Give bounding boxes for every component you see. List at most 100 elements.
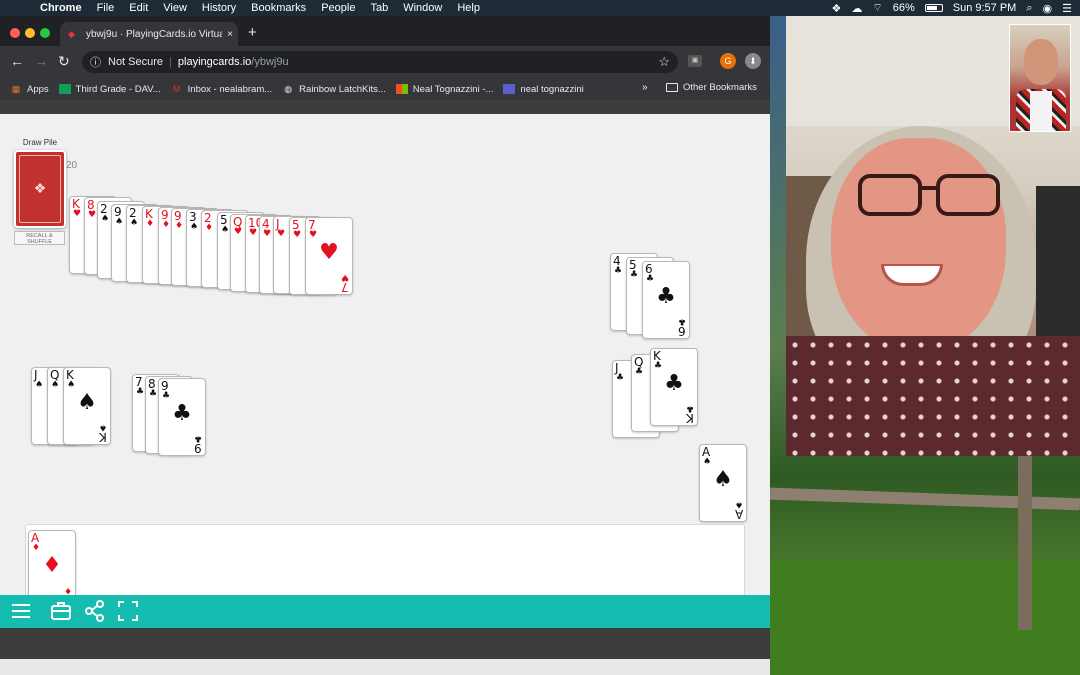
menu-edit[interactable]: Edit: [129, 2, 148, 14]
spotlight-search-icon[interactable]: ⌕: [1026, 2, 1032, 15]
card-rank-bottom: 9: [194, 441, 202, 455]
clock[interactable]: Sun 9:57 PM: [953, 2, 1017, 14]
fullscreen-icon[interactable]: [117, 600, 139, 622]
card-suit-icon: ♠: [115, 217, 124, 227]
facetime-self-view[interactable]: [1009, 24, 1071, 132]
calendar-icon: [503, 84, 516, 94]
profile-avatar[interactable]: G: [720, 53, 736, 69]
extension-download-icon[interactable]: ⬇: [745, 53, 761, 69]
game-toolbar: [0, 595, 770, 628]
card-suit-icon: ♣: [614, 266, 623, 276]
close-window-button[interactable]: [10, 28, 20, 38]
bookmarks-overflow-icon[interactable]: »: [642, 82, 648, 93]
menu-view[interactable]: View: [163, 2, 187, 14]
browser-toolbar: ← → ↻ ⓘ Not Secure | playingcards.io/ybw…: [0, 46, 770, 78]
forward-arrow-icon[interactable]: →: [34, 53, 48, 69]
playing-card[interactable]: 7 ♥ ♥ 7 ♥: [305, 217, 353, 295]
card-back-emblem-icon: ❖: [33, 180, 47, 196]
card-suit-icon: ♠: [35, 380, 44, 390]
bookmarks-bar: ▦ Apps Third Grade - DAV... M Inbox - neal…: [0, 78, 770, 100]
playing-card[interactable]: K ♣ ♣ K ♣: [650, 348, 698, 426]
bookmark-neal-ms[interactable]: Neal Tognazzini -...: [395, 84, 493, 95]
card-suit-icon: ♥: [234, 227, 243, 237]
page-footer: [0, 628, 770, 659]
card-suit-icon: ♣: [149, 389, 158, 399]
bookmark-neal[interactable]: neal tognazzini: [503, 83, 584, 95]
card-suit-icon: ♣: [616, 373, 625, 383]
playing-card[interactable]: A ♠ ♠ A ♠: [699, 444, 747, 522]
info-icon[interactable]: ⓘ: [90, 54, 104, 70]
bookmark-label: Rainbow LatchKits...: [299, 83, 386, 95]
bookmark-third-grade[interactable]: Third Grade - DAV...: [58, 84, 161, 95]
minimize-window-button[interactable]: [25, 28, 35, 38]
notification-center-icon[interactable]: ☰: [1062, 2, 1072, 15]
card-center-suit-icon: ♠: [77, 390, 97, 415]
tab-strip: ◆ ybwj9u · PlayingCards.io Virtual × +: [0, 16, 770, 46]
card-suit-icon: ♠: [101, 214, 110, 224]
apps-grid-icon: ▦: [11, 84, 21, 94]
bookmark-label: neal tognazzini: [520, 83, 584, 95]
wifi-icon[interactable]: ⌔: [872, 1, 882, 15]
card-suit-icon: ♥: [88, 210, 97, 220]
diamond-favicon-icon: ◆: [68, 28, 75, 39]
reload-icon[interactable]: ↻: [58, 53, 70, 70]
playing-card[interactable]: 9 ♣ ♣ 9 ♣: [158, 378, 206, 456]
bookmark-inbox[interactable]: M Inbox - nealabram...: [171, 84, 272, 95]
card-suit-bottom-icon: ♦: [63, 585, 72, 595]
playing-card[interactable]: 6 ♣ ♣ 6 ♣: [642, 261, 690, 339]
bookmark-label: Apps: [27, 83, 49, 95]
menu-file[interactable]: File: [97, 2, 115, 14]
tab-title: ybwj9u · PlayingCards.io Virtual: [86, 28, 222, 40]
menu-help[interactable]: Help: [457, 2, 480, 14]
microsoft-icon: [395, 84, 408, 94]
self-view-tshirt: [1030, 91, 1052, 131]
briefcase-icon[interactable]: [50, 600, 72, 622]
menu-people[interactable]: People: [321, 2, 355, 14]
card-suit-icon: ♦: [175, 221, 184, 231]
bookmark-star-icon[interactable]: ☆: [658, 54, 670, 70]
dropbox-icon[interactable]: ❖: [832, 2, 842, 15]
siri-icon[interactable]: ◉: [1043, 2, 1053, 15]
card-rank-bottom: A: [734, 507, 743, 521]
menu-history[interactable]: History: [202, 2, 236, 14]
menu-app-name[interactable]: Chrome: [40, 2, 82, 14]
creative-cloud-icon[interactable]: ☁: [851, 2, 862, 15]
card-suit-icon: ♥: [73, 209, 82, 219]
draw-pile[interactable]: ❖: [14, 150, 66, 228]
deck-count: 20: [66, 160, 78, 171]
menu-bookmarks[interactable]: Bookmarks: [251, 2, 306, 14]
card-suit-icon: ♠: [221, 225, 230, 235]
card-suit-bottom-icon: ♠: [98, 422, 107, 432]
card-suit-icon: ♣: [136, 387, 145, 397]
tab-playingcards[interactable]: ◆ ybwj9u · PlayingCards.io Virtual ×: [60, 22, 238, 46]
battery-icon[interactable]: [924, 4, 943, 12]
bookmark-apps[interactable]: ▦ Apps: [10, 84, 49, 95]
macos-menu-bar: Chrome File Edit View History Bookmarks …: [0, 0, 1080, 16]
bookmark-rainbow[interactable]: ◍ Rainbow LatchKits...: [282, 84, 386, 95]
recall-shuffle-button[interactable]: RECALL & SHUFFLE: [14, 231, 65, 245]
card-rank-bottom: 6: [678, 324, 686, 338]
back-arrow-icon[interactable]: ←: [10, 53, 24, 69]
playing-card[interactable]: K ♠ ♠ K ♠: [63, 367, 111, 445]
new-tab-button[interactable]: +: [248, 24, 257, 41]
folder-icon: [666, 83, 678, 92]
extension-icon[interactable]: ▣: [688, 55, 702, 67]
card-suit-icon: ♠: [703, 457, 712, 467]
card-suit-bottom-icon: ♠: [734, 499, 743, 509]
menu-window[interactable]: Window: [403, 2, 442, 14]
card-suit-bottom-icon: ♣: [193, 433, 202, 443]
card-suit-icon: ♣: [162, 391, 171, 401]
other-bookmarks[interactable]: Other Bookmarks: [666, 82, 757, 93]
participant-face: [831, 138, 1006, 353]
menu-icon[interactable]: [10, 600, 32, 622]
share-icon[interactable]: [84, 600, 106, 622]
battery-percent[interactable]: 66%: [893, 2, 915, 14]
wallpaper-fence-post: [1018, 455, 1032, 630]
card-rank-bottom: K: [99, 430, 107, 444]
tab-close-icon[interactable]: ×: [222, 29, 238, 40]
maximize-window-button[interactable]: [40, 28, 50, 38]
address-bar[interactable]: ⓘ Not Secure | playingcards.io/ybwj9u ☆: [82, 51, 678, 73]
glasses-left-lens: [858, 174, 922, 216]
menu-tab[interactable]: Tab: [370, 2, 388, 14]
url-host: playingcards.io: [177, 56, 252, 68]
